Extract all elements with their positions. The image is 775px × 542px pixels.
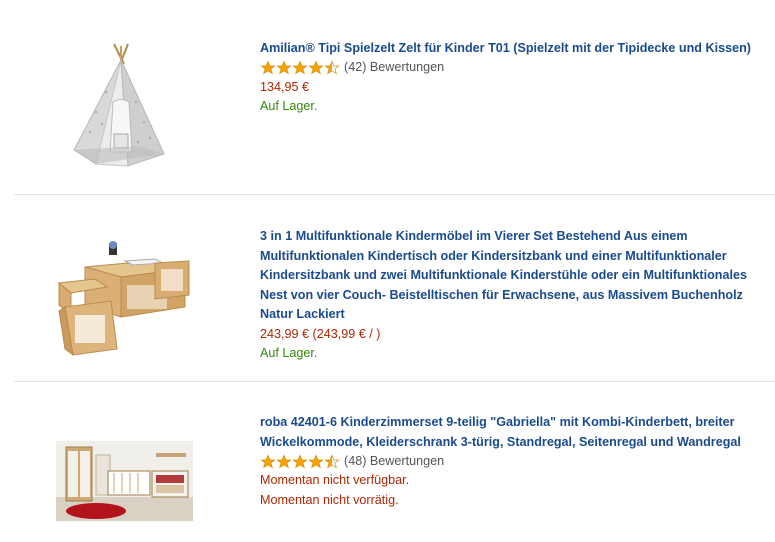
- review-count[interactable]: (48): [344, 452, 366, 472]
- product-title-link[interactable]: 3 in 1 Multifunktionale Kindermöbel im V…: [260, 227, 760, 325]
- rating-row: (42) Bewertungen: [260, 59, 760, 78]
- star-half-icon: [324, 453, 340, 468]
- review-count[interactable]: (42): [344, 58, 366, 78]
- wooden-furniture-set-image[interactable]: [55, 239, 195, 357]
- availability-status: Momentan nicht verfügbar.: [260, 473, 410, 487]
- product-title-link[interactable]: roba 42401-6 Kinderzimmerset 9-teilig "G…: [260, 413, 760, 452]
- product-item-2: 3 in 1 Multifunktionale Kindermöbel im V…: [0, 195, 775, 381]
- star-rating[interactable]: [260, 60, 340, 76]
- star-full-icon: [260, 60, 276, 75]
- product-price: 134,95 €: [260, 79, 310, 94]
- nursery-room-image[interactable]: [56, 441, 193, 521]
- product-price: 243,99 € (243,99 € / ): [260, 326, 381, 341]
- product-title-link[interactable]: Amilian® Tipi Spielzelt Zelt für Kinder …: [260, 39, 760, 59]
- product-item-1: Amilian® Tipi Spielzelt Zelt für Kinder …: [0, 0, 775, 194]
- product-item-3: roba 42401-6 Kinderzimmerset 9-teilig "G…: [0, 382, 775, 542]
- star-half-icon: [324, 60, 340, 75]
- review-label: Bewertungen: [369, 60, 445, 75]
- star-full-icon: [308, 60, 324, 75]
- review-label: Bewertungen: [369, 453, 445, 468]
- rating-row: (48) Bewertungen: [260, 452, 760, 471]
- star-full-icon: [292, 60, 308, 75]
- teepee-tent-image[interactable]: [66, 42, 166, 174]
- availability-status: Auf Lager.: [260, 346, 318, 360]
- star-full-icon: [292, 453, 308, 468]
- star-rating[interactable]: [260, 453, 340, 470]
- availability-status: Momentan nicht vorrätig.: [260, 492, 399, 507]
- star-full-icon: [276, 60, 292, 75]
- star-full-icon: [260, 453, 276, 468]
- star-full-icon: [308, 453, 324, 468]
- star-full-icon: [276, 453, 292, 468]
- availability-status: Auf Lager.: [260, 99, 318, 113]
